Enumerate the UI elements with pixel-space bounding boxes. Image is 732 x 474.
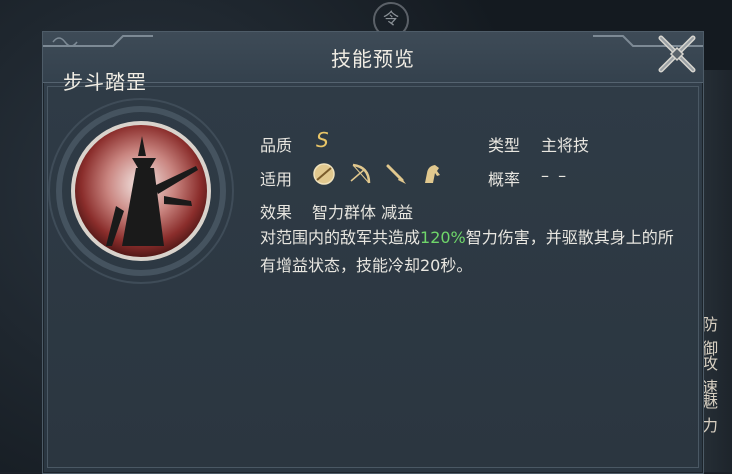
bow-icon [350,163,371,184]
skill-description: 对范围内的敌军共造成120%智力伤害，并驱散其身上的所有增益状态，技能冷却20秒… [260,224,680,280]
close-button[interactable] [655,32,699,76]
type-label: 类型 [488,136,521,155]
effect-value: 智力群体 减益 [312,203,414,222]
damage-percent: 120% [420,228,466,247]
chance-value: – – [541,166,569,185]
type-value: 主将技 [541,136,590,155]
shield-icon [313,163,335,185]
apply-label: 适用 [260,170,293,189]
horse-icon [425,165,440,183]
quality-label: 品质 [260,136,293,155]
apply-unit-icons [311,161,445,187]
stat-label-charm: 魅力 [702,392,719,435]
skill-name: 步斗踏罡 [63,70,147,94]
close-icon [658,35,696,73]
skill-emblem-icon [48,98,234,284]
quality-grade: S [316,128,329,152]
effect-label: 效果 [260,203,293,222]
description-text: 对范围内的敌军共造成 [260,228,421,247]
spear-icon [386,164,406,184]
chance-label: 概率 [488,170,521,189]
